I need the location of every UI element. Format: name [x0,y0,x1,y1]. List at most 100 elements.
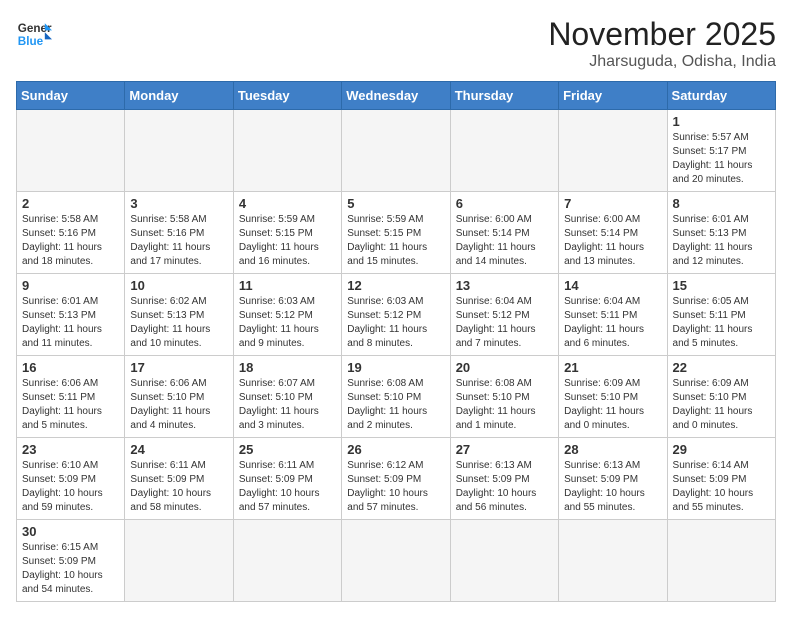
day-info: Sunrise: 6:08 AM Sunset: 5:10 PM Dayligh… [456,377,553,433]
day-info: Sunrise: 5:57 AM Sunset: 5:17 PM Dayligh… [673,131,770,187]
day-number: 20 [456,360,553,375]
calendar-cell: 7 Sunrise: 6:00 AM Sunset: 5:14 PM Daylig… [559,192,667,274]
day-number: 11 [239,278,336,293]
calendar-week-row: 30 Sunrise: 6:15 AM Sunset: 5:09 PM Dayli… [17,520,776,602]
day-info: Sunrise: 6:08 AM Sunset: 5:10 PM Dayligh… [347,377,444,433]
day-number: 1 [673,114,770,129]
weekday-header-thursday: Thursday [450,82,558,110]
calendar-cell: 19 Sunrise: 6:08 AM Sunset: 5:10 PM Dayli… [342,356,450,438]
calendar-cell: 26Sunrise: 6:12 AM Sunset: 5:09 PM Dayli… [342,438,450,520]
day-number: 28 [564,442,661,457]
logo: General Blue [16,16,52,52]
calendar-cell [559,520,667,602]
day-info: Sunrise: 6:03 AM Sunset: 5:12 PM Dayligh… [347,295,444,351]
calendar-week-row: 16Sunrise: 6:06 AM Sunset: 5:11 PM Dayli… [17,356,776,438]
calendar-cell: 9 Sunrise: 6:01 AM Sunset: 5:13 PM Daylig… [17,274,125,356]
day-number: 7 [564,196,661,211]
calendar-cell: 27 Sunrise: 6:13 AM Sunset: 5:09 PM Dayli… [450,438,558,520]
calendar-cell: 8 Sunrise: 6:01 AM Sunset: 5:13 PM Daylig… [667,192,775,274]
calendar-cell: 11 Sunrise: 6:03 AM Sunset: 5:12 PM Dayli… [233,274,341,356]
calendar-cell: 22 Sunrise: 6:09 AM Sunset: 5:10 PM Dayli… [667,356,775,438]
weekday-header-friday: Friday [559,82,667,110]
day-info: Sunrise: 6:13 AM Sunset: 5:09 PM Dayligh… [456,459,553,515]
day-info: Sunrise: 6:14 AM Sunset: 5:09 PM Dayligh… [673,459,770,515]
calendar-cell [125,520,233,602]
calendar-cell: 13 Sunrise: 6:04 AM Sunset: 5:12 PM Dayli… [450,274,558,356]
calendar-cell [125,110,233,192]
day-info: Sunrise: 5:58 AM Sunset: 5:16 PM Dayligh… [22,213,119,269]
weekday-header-row: SundayMondayTuesdayWednesdayThursdayFrid… [17,82,776,110]
calendar-cell: 25 Sunrise: 6:11 AM Sunset: 5:09 PM Dayli… [233,438,341,520]
day-info: Sunrise: 6:00 AM Sunset: 5:14 PM Dayligh… [456,213,553,269]
day-number: 30 [22,524,119,539]
day-number: 3 [130,196,227,211]
day-number: 27 [456,442,553,457]
day-number: 6 [456,196,553,211]
day-info: Sunrise: 5:59 AM Sunset: 5:15 PM Dayligh… [239,213,336,269]
day-number: 29 [673,442,770,457]
day-number: 17 [130,360,227,375]
weekday-header-tuesday: Tuesday [233,82,341,110]
day-number: 9 [22,278,119,293]
day-number: 25 [239,442,336,457]
calendar-table: SundayMondayTuesdayWednesdayThursdayFrid… [16,81,776,602]
calendar-week-row: 2Sunrise: 5:58 AM Sunset: 5:16 PM Daylig… [17,192,776,274]
calendar-cell: 2Sunrise: 5:58 AM Sunset: 5:16 PM Daylig… [17,192,125,274]
weekday-header-sunday: Sunday [17,82,125,110]
calendar-cell: 20 Sunrise: 6:08 AM Sunset: 5:10 PM Dayli… [450,356,558,438]
calendar-cell [559,110,667,192]
day-number: 8 [673,196,770,211]
day-info: Sunrise: 6:07 AM Sunset: 5:10 PM Dayligh… [239,377,336,433]
day-number: 12 [347,278,444,293]
day-info: Sunrise: 6:00 AM Sunset: 5:14 PM Dayligh… [564,213,661,269]
day-info: Sunrise: 6:11 AM Sunset: 5:09 PM Dayligh… [130,459,227,515]
day-info: Sunrise: 6:06 AM Sunset: 5:10 PM Dayligh… [130,377,227,433]
calendar-cell: 10Sunrise: 6:02 AM Sunset: 5:13 PM Dayli… [125,274,233,356]
day-info: Sunrise: 6:03 AM Sunset: 5:12 PM Dayligh… [239,295,336,351]
day-number: 15 [673,278,770,293]
calendar-cell: 24Sunrise: 6:11 AM Sunset: 5:09 PM Dayli… [125,438,233,520]
day-info: Sunrise: 6:09 AM Sunset: 5:10 PM Dayligh… [673,377,770,433]
day-info: Sunrise: 6:01 AM Sunset: 5:13 PM Dayligh… [673,213,770,269]
calendar-week-row: 1 Sunrise: 5:57 AM Sunset: 5:17 PM Daylig… [17,110,776,192]
calendar-cell: 18 Sunrise: 6:07 AM Sunset: 5:10 PM Dayli… [233,356,341,438]
calendar-cell: 29 Sunrise: 6:14 AM Sunset: 5:09 PM Dayli… [667,438,775,520]
day-info: Sunrise: 6:01 AM Sunset: 5:13 PM Dayligh… [22,295,119,351]
calendar-cell [667,520,775,602]
day-info: Sunrise: 6:15 AM Sunset: 5:09 PM Dayligh… [22,541,119,597]
calendar-cell [233,520,341,602]
calendar-cell [450,110,558,192]
calendar-cell [450,520,558,602]
day-number: 19 [347,360,444,375]
day-number: 22 [673,360,770,375]
svg-text:Blue: Blue [18,35,44,48]
calendar-cell: 4Sunrise: 5:59 AM Sunset: 5:15 PM Daylig… [233,192,341,274]
day-number: 23 [22,442,119,457]
day-number: 10 [130,278,227,293]
calendar-cell: 21Sunrise: 6:09 AM Sunset: 5:10 PM Dayli… [559,356,667,438]
day-info: Sunrise: 6:06 AM Sunset: 5:11 PM Dayligh… [22,377,119,433]
day-number: 13 [456,278,553,293]
day-number: 14 [564,278,661,293]
day-info: Sunrise: 6:11 AM Sunset: 5:09 PM Dayligh… [239,459,336,515]
day-info: Sunrise: 5:58 AM Sunset: 5:16 PM Dayligh… [130,213,227,269]
day-number: 18 [239,360,336,375]
day-info: Sunrise: 6:05 AM Sunset: 5:11 PM Dayligh… [673,295,770,351]
title-block: November 2025 Jharsuguda, Odisha, India [548,16,776,71]
calendar-cell: 1 Sunrise: 5:57 AM Sunset: 5:17 PM Daylig… [667,110,775,192]
calendar-week-row: 9 Sunrise: 6:01 AM Sunset: 5:13 PM Daylig… [17,274,776,356]
day-number: 26 [347,442,444,457]
day-info: Sunrise: 6:10 AM Sunset: 5:09 PM Dayligh… [22,459,119,515]
day-info: Sunrise: 6:13 AM Sunset: 5:09 PM Dayligh… [564,459,661,515]
calendar-cell: 6 Sunrise: 6:00 AM Sunset: 5:14 PM Daylig… [450,192,558,274]
day-info: Sunrise: 6:04 AM Sunset: 5:12 PM Dayligh… [456,295,553,351]
calendar-cell: 3 Sunrise: 5:58 AM Sunset: 5:16 PM Daylig… [125,192,233,274]
calendar-cell [17,110,125,192]
calendar-cell: 15 Sunrise: 6:05 AM Sunset: 5:11 PM Dayli… [667,274,775,356]
weekday-header-wednesday: Wednesday [342,82,450,110]
calendar-cell [233,110,341,192]
calendar-cell: 17 Sunrise: 6:06 AM Sunset: 5:10 PM Dayli… [125,356,233,438]
calendar-cell [342,520,450,602]
weekday-header-monday: Monday [125,82,233,110]
calendar-cell [342,110,450,192]
